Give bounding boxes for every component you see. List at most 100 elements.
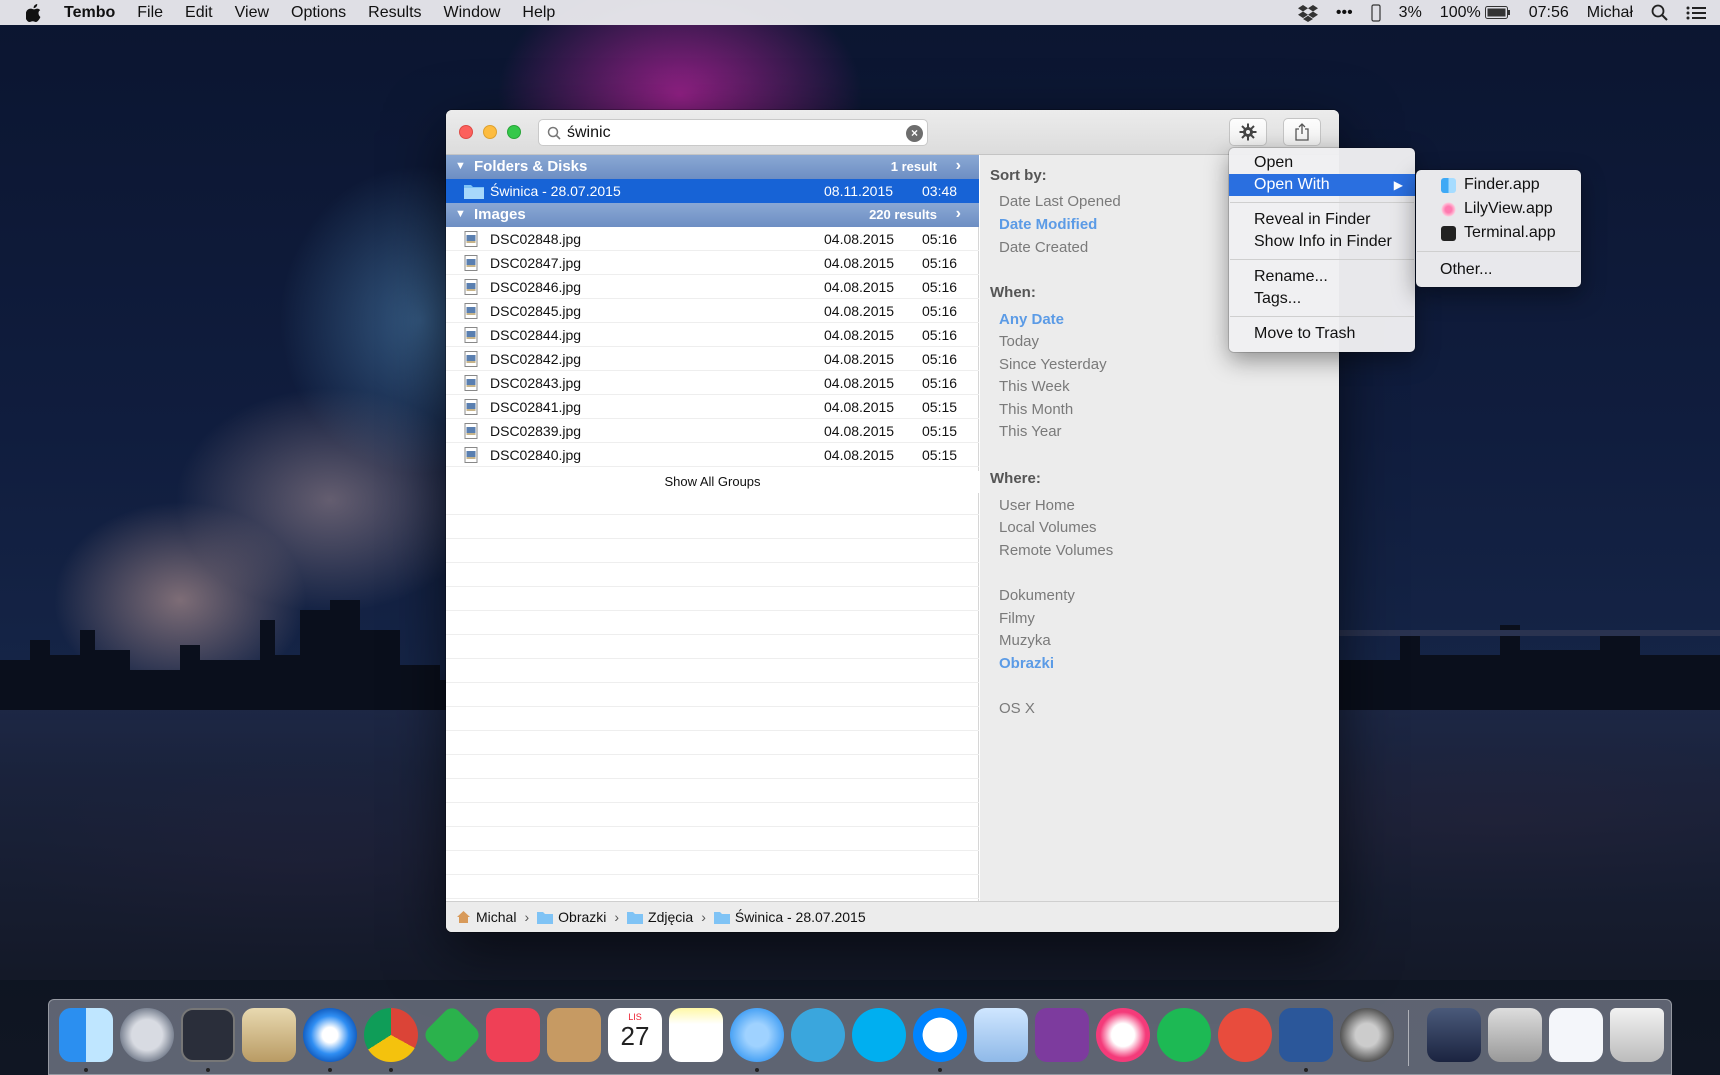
safari-icon[interactable] [303, 1008, 357, 1062]
battery-percent[interactable]: 100% [1440, 4, 1481, 22]
chrome-icon[interactable] [364, 1008, 418, 1062]
pocket-icon[interactable] [486, 1008, 540, 1062]
apple-icon[interactable] [26, 3, 42, 22]
image-row[interactable]: DSC02845.jpg 04.08.2015 05:16 [446, 299, 979, 323]
sort-date-last-opened[interactable]: Date Last Opened [999, 193, 1121, 210]
when-since-yesterday[interactable]: Since Yesterday [999, 356, 1107, 373]
folder-row[interactable]: Świnica - 28.07.2015 08.11.2015 03:48 [446, 179, 979, 203]
itunes-icon[interactable] [1096, 1008, 1150, 1062]
notification-center-icon[interactable] [1686, 5, 1706, 21]
where-dokumenty[interactable]: Dokumenty [999, 587, 1075, 604]
when-today[interactable]: Today [999, 333, 1039, 350]
image-row[interactable]: DSC02846.jpg 04.08.2015 05:16 [446, 275, 979, 299]
finder-icon[interactable] [59, 1008, 113, 1062]
menu-item-rename[interactable]: Rename... [1229, 266, 1415, 288]
share-button[interactable] [1283, 118, 1321, 146]
search-field[interactable]: świnic × [538, 119, 928, 146]
onenote-icon[interactable] [1035, 1008, 1089, 1062]
sort-date-modified[interactable]: Date Modified [999, 216, 1097, 233]
stack-documents-icon[interactable] [1549, 1008, 1603, 1062]
sort-date-created[interactable]: Date Created [999, 239, 1088, 256]
where-remote-volumes[interactable]: Remote Volumes [999, 542, 1113, 559]
calendar-icon[interactable]: LIS 27 [608, 1008, 662, 1062]
show-all-groups-button[interactable]: Show All Groups [446, 471, 979, 493]
menu-file[interactable]: File [137, 4, 163, 22]
path-segment-zdjecia[interactable]: Zdjęcia [627, 909, 693, 925]
mail-icon[interactable] [242, 1008, 296, 1062]
telegram-icon[interactable] [791, 1008, 845, 1062]
menu-item-move-to-trash[interactable]: Move to Trash [1229, 323, 1415, 345]
image-row[interactable]: DSC02841.jpg 04.08.2015 05:15 [446, 395, 979, 419]
menu-results[interactable]: Results [368, 4, 421, 22]
menu-view[interactable]: View [235, 4, 269, 22]
user-name[interactable]: Michał [1587, 4, 1633, 22]
path-segment-swinica[interactable]: Świnica - 28.07.2015 [713, 909, 866, 925]
submenu-item-other[interactable]: Other... [1416, 259, 1581, 281]
menu-help[interactable]: Help [522, 4, 555, 22]
search-input[interactable]: świnic [567, 124, 611, 142]
trash-icon[interactable] [1610, 1008, 1664, 1062]
messenger-icon[interactable] [913, 1008, 967, 1062]
where-user-home[interactable]: User Home [999, 497, 1075, 514]
stack-photos-icon[interactable] [1488, 1008, 1542, 1062]
group-header-folders[interactable]: ▼ Folders & Disks 1 result › [446, 155, 979, 179]
dropbox-icon[interactable] [1297, 4, 1318, 22]
group-header-images[interactable]: ▼ Images 220 results › [446, 203, 979, 227]
messages-icon[interactable] [730, 1008, 784, 1062]
screenshot-icon[interactable] [1340, 1008, 1394, 1062]
chevron-right-icon[interactable]: › [956, 157, 961, 175]
chevron-right-icon[interactable]: › [956, 205, 961, 223]
when-this-year[interactable]: This Year [999, 423, 1062, 440]
transmit-icon[interactable] [1218, 1008, 1272, 1062]
menu-window[interactable]: Window [444, 4, 501, 22]
skype-icon[interactable] [852, 1008, 906, 1062]
where-local-volumes[interactable]: Local Volumes [999, 519, 1097, 536]
menu-item-open[interactable]: Open [1229, 152, 1415, 174]
close-button[interactable] [459, 125, 473, 139]
action-button[interactable] [1229, 118, 1267, 146]
submenu-item-lilyview[interactable]: LilyView.app [1416, 198, 1581, 220]
stack-downloads-icon[interactable] [1427, 1008, 1481, 1062]
word-icon[interactable] [1279, 1008, 1333, 1062]
menu-item-reveal-in-finder[interactable]: Reveal in Finder [1229, 209, 1415, 231]
image-row[interactable]: DSC02843.jpg 04.08.2015 05:16 [446, 371, 979, 395]
battery-icon[interactable] [1484, 6, 1511, 19]
when-this-month[interactable]: This Month [999, 401, 1073, 418]
disclosure-triangle-icon[interactable]: ▼ [455, 160, 466, 172]
spotlight-icon[interactable] [1651, 4, 1668, 21]
submenu-item-finder[interactable]: Finder.app [1416, 174, 1581, 196]
launchpad-icon[interactable] [120, 1008, 174, 1062]
zoom-button[interactable] [507, 125, 521, 139]
menu-app-name[interactable]: Tembo [64, 4, 115, 22]
image-row[interactable]: DSC02842.jpg 04.08.2015 05:16 [446, 347, 979, 371]
more-icon[interactable]: ••• [1336, 4, 1353, 22]
image-row[interactable]: DSC02847.jpg 04.08.2015 05:16 [446, 251, 979, 275]
clock[interactable]: 07:56 [1529, 4, 1569, 22]
path-segment-obrazki[interactable]: Obrazki [537, 909, 606, 925]
where-filmy[interactable]: Filmy [999, 610, 1035, 627]
when-any-date[interactable]: Any Date [999, 311, 1064, 328]
menu-edit[interactable]: Edit [185, 4, 213, 22]
activity-monitor-icon[interactable] [181, 1008, 235, 1062]
feedly-icon[interactable] [421, 1004, 483, 1066]
image-row[interactable]: DSC02840.jpg 04.08.2015 05:15 [446, 443, 979, 467]
when-this-week[interactable]: This Week [999, 378, 1070, 395]
where-obrazki[interactable]: Obrazki [999, 655, 1054, 672]
image-row[interactable]: DSC02844.jpg 04.08.2015 05:16 [446, 323, 979, 347]
preview-icon[interactable] [974, 1008, 1028, 1062]
where-muzyka[interactable]: Muzyka [999, 632, 1051, 649]
submenu-item-terminal[interactable]: Terminal.app [1416, 222, 1581, 244]
menu-item-open-with[interactable]: Open With ▶ [1229, 174, 1415, 196]
menu-item-show-info[interactable]: Show Info in Finder [1229, 231, 1415, 253]
contacts-icon[interactable] [547, 1008, 601, 1062]
minimize-button[interactable] [483, 125, 497, 139]
clear-search-icon[interactable]: × [906, 125, 923, 142]
image-row[interactable]: DSC02839.jpg 04.08.2015 05:15 [446, 419, 979, 443]
path-segment-home[interactable]: Michal [456, 909, 516, 925]
menu-item-tags[interactable]: Tags... [1229, 288, 1415, 310]
disclosure-triangle-icon[interactable]: ▼ [455, 208, 466, 220]
menu-options[interactable]: Options [291, 4, 346, 22]
spotify-icon[interactable] [1157, 1008, 1211, 1062]
phone-battery-icon[interactable] [1371, 3, 1381, 22]
notes-icon[interactable] [669, 1008, 723, 1062]
